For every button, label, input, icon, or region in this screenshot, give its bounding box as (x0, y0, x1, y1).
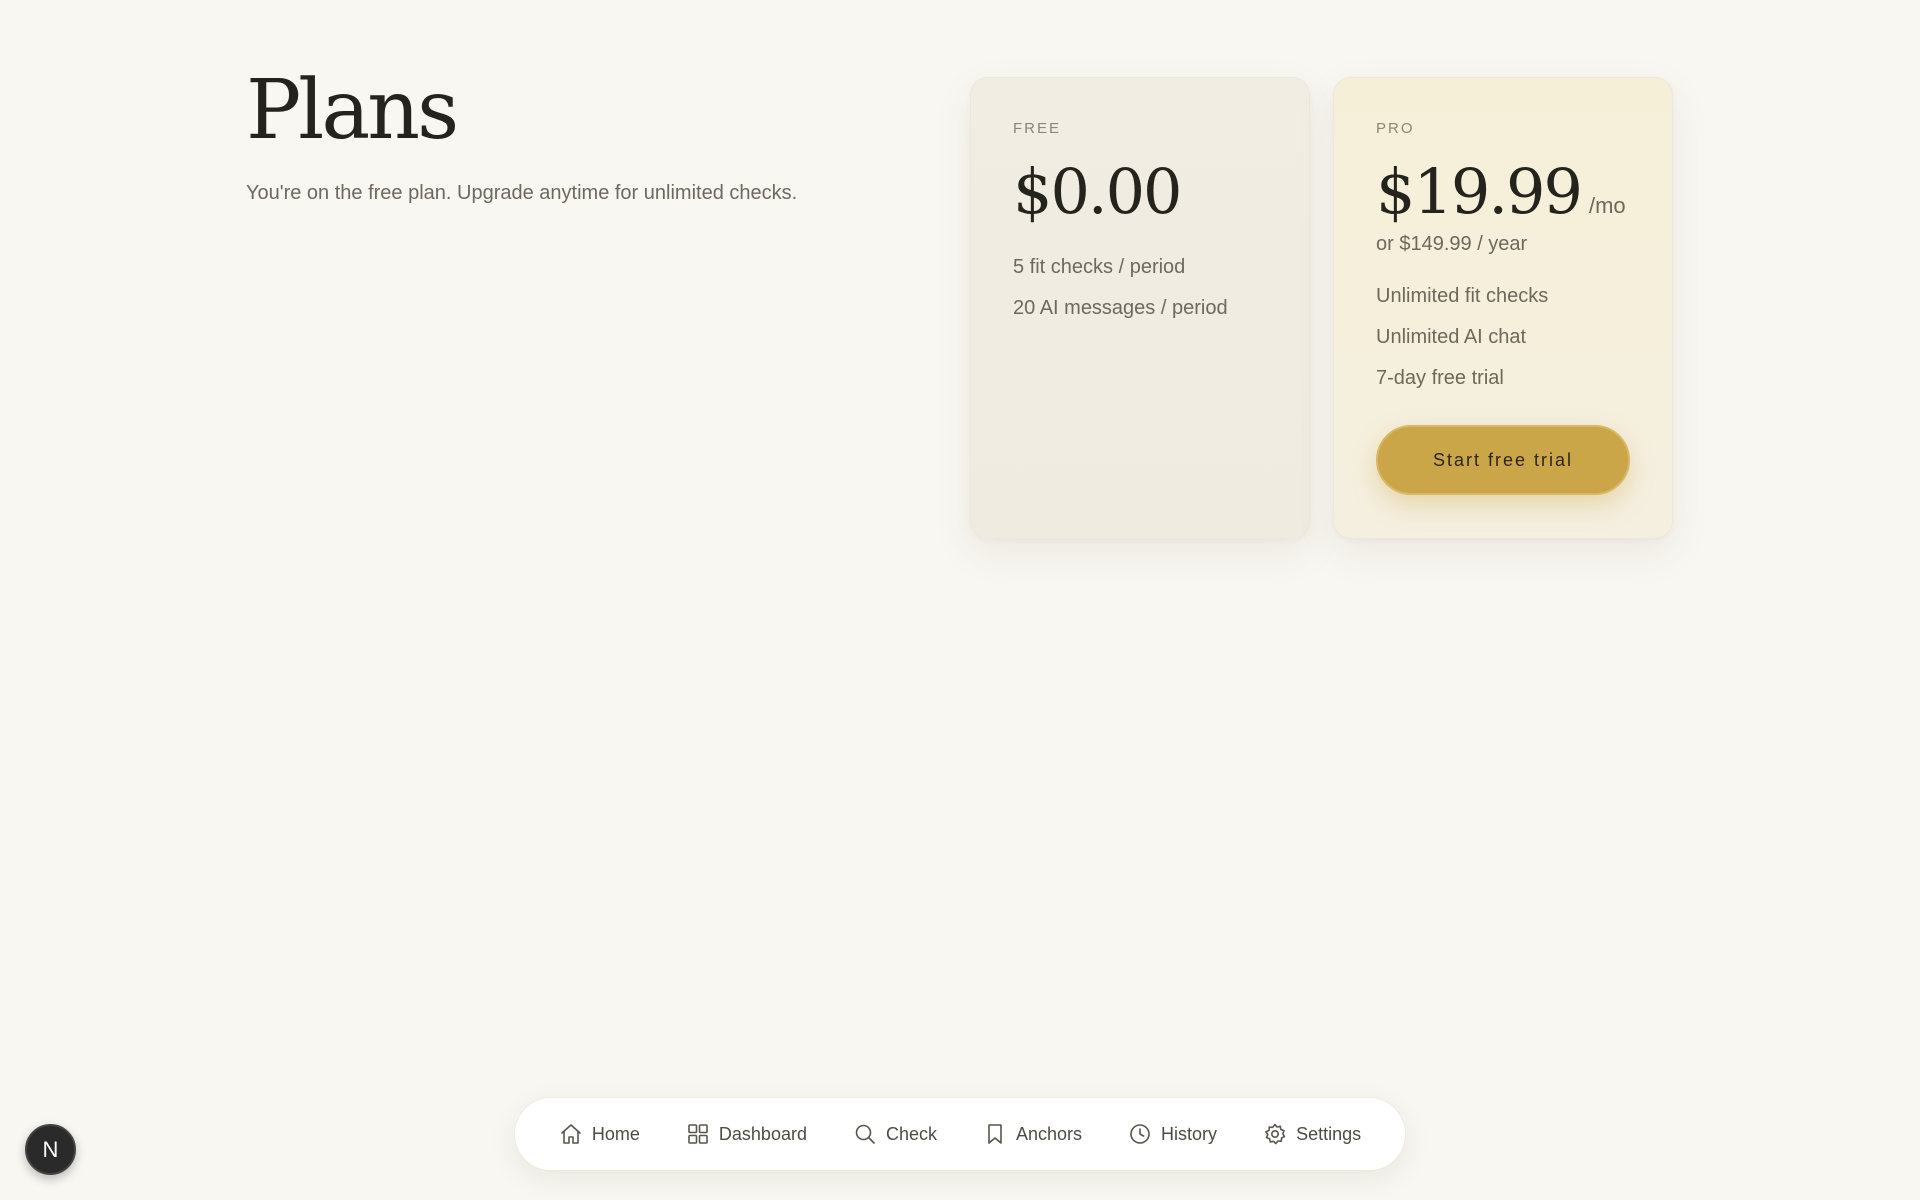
feature-item: Unlimited fit checks (1376, 285, 1549, 307)
plan-price: $19.99 (1376, 155, 1583, 228)
feature-list: 5 fit checks / period 20 AI messages / p… (1013, 247, 1267, 329)
nav-item-label: Settings (1296, 1123, 1362, 1144)
price-row: $0.00 (1013, 161, 1267, 223)
feature-item: Unlimited AI chat (1376, 326, 1527, 348)
clock-icon (1130, 1124, 1150, 1144)
nav-item-history[interactable]: History (1128, 1122, 1217, 1146)
nav-item-label: History (1161, 1123, 1218, 1144)
nav-item-anchors[interactable]: Anchors (983, 1122, 1082, 1146)
dev-tools-badge[interactable]: N (25, 1124, 76, 1175)
plans-page: Plans You're on the free plan. Upgrade a… (0, 0, 1920, 1200)
nav-item-label: Dashboard (718, 1123, 807, 1144)
plan-tier-label: PRO (1376, 120, 1415, 137)
price-row: $19.99 /mo (1376, 161, 1630, 223)
start-free-trial-button[interactable]: Start free trial (1376, 425, 1630, 495)
price-period: /mo (1588, 193, 1626, 218)
feature-item: 7-day free trial (1376, 367, 1504, 389)
nav-item-check[interactable]: Check (853, 1122, 937, 1146)
nav-item-dashboard[interactable]: Dashboard (686, 1122, 807, 1146)
page-subtitle: You're on the free plan. Upgrade anytime… (246, 182, 798, 204)
free-plan-card: FREE $0.00 5 fit checks / period 20 AI m… (970, 77, 1310, 539)
feature-list: Unlimited fit checks Unlimited AI chat 7… (1376, 276, 1630, 399)
annual-price: or $149.99 / year (1376, 233, 1528, 255)
page-title: Plans (246, 63, 459, 158)
search-icon (855, 1124, 875, 1144)
plan-price: $0.00 (1013, 155, 1182, 228)
bottom-nav-bar: Home Dashboard Check Anchors History Set… (514, 1097, 1406, 1171)
feature-item: 5 fit checks / period (1013, 256, 1186, 278)
gear-icon (1265, 1123, 1286, 1145)
nav-item-settings[interactable]: Settings (1263, 1122, 1361, 1146)
page-header: Plans You're on the free plan. Upgrade a… (246, 70, 886, 205)
home-icon (561, 1124, 581, 1144)
nav-item-label: Anchors (1016, 1123, 1083, 1144)
badge-letter: N (42, 1136, 59, 1162)
pro-plan-card: PRO $19.99 /mo or $149.99 / year Unlimit… (1333, 77, 1673, 539)
nav-item-label: Home (591, 1123, 640, 1144)
nav-item-home[interactable]: Home (559, 1122, 640, 1146)
grid-icon (688, 1124, 708, 1144)
plan-tier-label: FREE (1013, 120, 1062, 137)
bookmark-icon (988, 1124, 1002, 1144)
nav-item-label: Check (885, 1123, 937, 1144)
feature-item: 20 AI messages / period (1013, 297, 1228, 319)
